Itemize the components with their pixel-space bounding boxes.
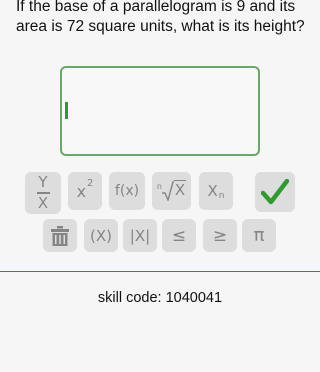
trash-icon: [51, 225, 69, 246]
answer-input[interactable]: [60, 66, 260, 156]
absolute-value-button[interactable]: |X|: [123, 219, 157, 252]
power-base: x: [76, 181, 87, 201]
function-button[interactable]: f(x): [109, 172, 145, 210]
parentheses-button[interactable]: (X): [84, 219, 118, 252]
text-cursor: [65, 102, 68, 119]
delete-button[interactable]: [43, 219, 77, 252]
subscript-base: X: [207, 182, 218, 200]
fraction-top: Y: [38, 173, 48, 192]
fraction-bottom: X: [37, 193, 49, 212]
greater-equal-label: ≥: [212, 225, 228, 246]
function-label: f(x): [114, 183, 140, 199]
fraction-icon: Y X: [36, 173, 50, 212]
subscript-index: n: [218, 191, 225, 201]
greater-equal-button[interactable]: ≥: [203, 219, 237, 252]
root-index: n: [156, 181, 162, 191]
subscript-button[interactable]: Xn: [199, 172, 233, 210]
less-equal-label: ≤: [171, 225, 187, 246]
nth-root-button[interactable]: n X: [152, 172, 191, 210]
parentheses-label: (X): [90, 226, 112, 245]
less-equal-button[interactable]: ≤: [162, 219, 196, 252]
radical-icon: [161, 181, 174, 201]
section-divider: [0, 271, 320, 272]
pi-button[interactable]: π: [242, 219, 276, 252]
fraction-button[interactable]: Y X: [25, 172, 61, 214]
power-button[interactable]: x2: [68, 172, 102, 210]
checkmark-icon: [261, 179, 289, 205]
submit-button[interactable]: [255, 172, 295, 212]
pi-label: π: [253, 225, 265, 246]
absolute-value-label: |X|: [129, 226, 151, 245]
question-text: If the base of a parallelogram is 9 and …: [16, 0, 305, 35]
skill-code: skill code: 1040041: [97, 290, 223, 306]
power-exponent: 2: [87, 177, 94, 189]
root-radicand: X: [173, 180, 187, 199]
